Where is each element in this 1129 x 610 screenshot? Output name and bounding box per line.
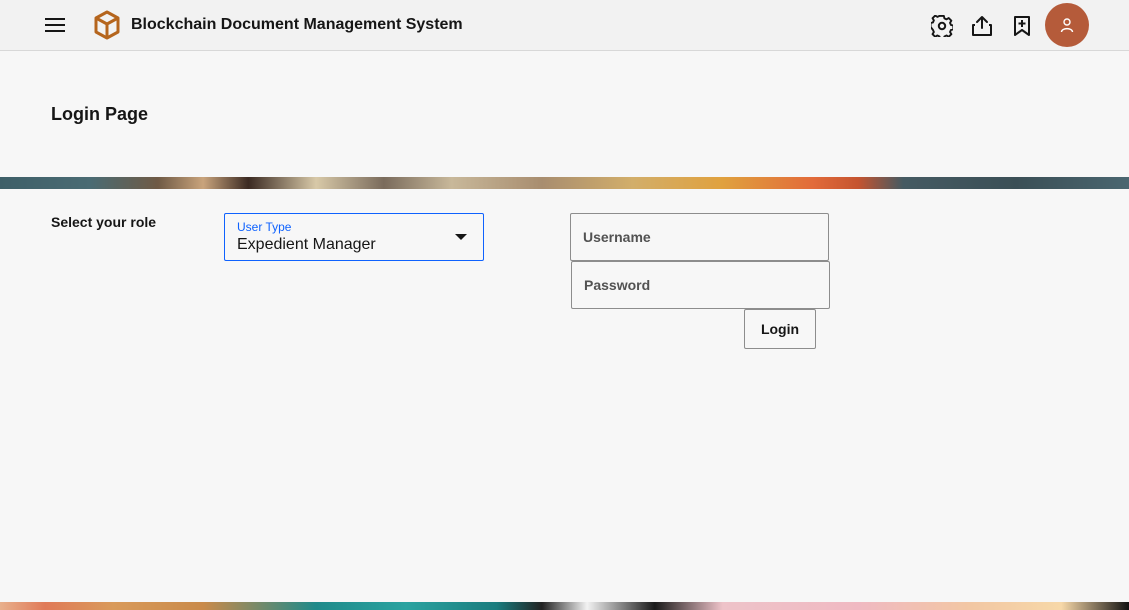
user-avatar-icon — [1060, 18, 1074, 33]
decorative-banner-bottom — [0, 602, 1129, 610]
share-icon — [972, 16, 992, 36]
username-input[interactable] — [570, 213, 829, 261]
password-input[interactable] — [571, 261, 830, 309]
menu-icon-line — [45, 24, 65, 26]
user-type-select[interactable]: User Type Expedient Manager — [224, 213, 484, 261]
user-type-label: User Type — [237, 220, 292, 234]
page-title: Login Page — [51, 104, 149, 124]
role-label: Select your role — [51, 214, 157, 230]
bookmark-button[interactable] — [1004, 8, 1040, 44]
top-bar: Blockchain Document Management System — [0, 0, 1129, 51]
share-button[interactable] — [964, 8, 1000, 44]
user-type-value: Expedient Manager — [237, 236, 376, 253]
caret-down-icon — [455, 234, 467, 240]
menu-icon-line — [45, 18, 65, 20]
menu-icon-line — [45, 30, 65, 32]
decorative-banner-top — [0, 177, 1129, 189]
menu-button[interactable] — [35, 5, 75, 45]
login-button[interactable]: Login — [744, 309, 816, 349]
user-avatar-button[interactable] — [1045, 3, 1089, 47]
bookmark-add-icon — [1014, 16, 1030, 36]
app-title: Blockchain Document Management System — [131, 16, 463, 33]
settings-button[interactable] — [924, 8, 960, 44]
cube-logo-icon — [94, 10, 120, 40]
settings-icon — [931, 15, 953, 37]
